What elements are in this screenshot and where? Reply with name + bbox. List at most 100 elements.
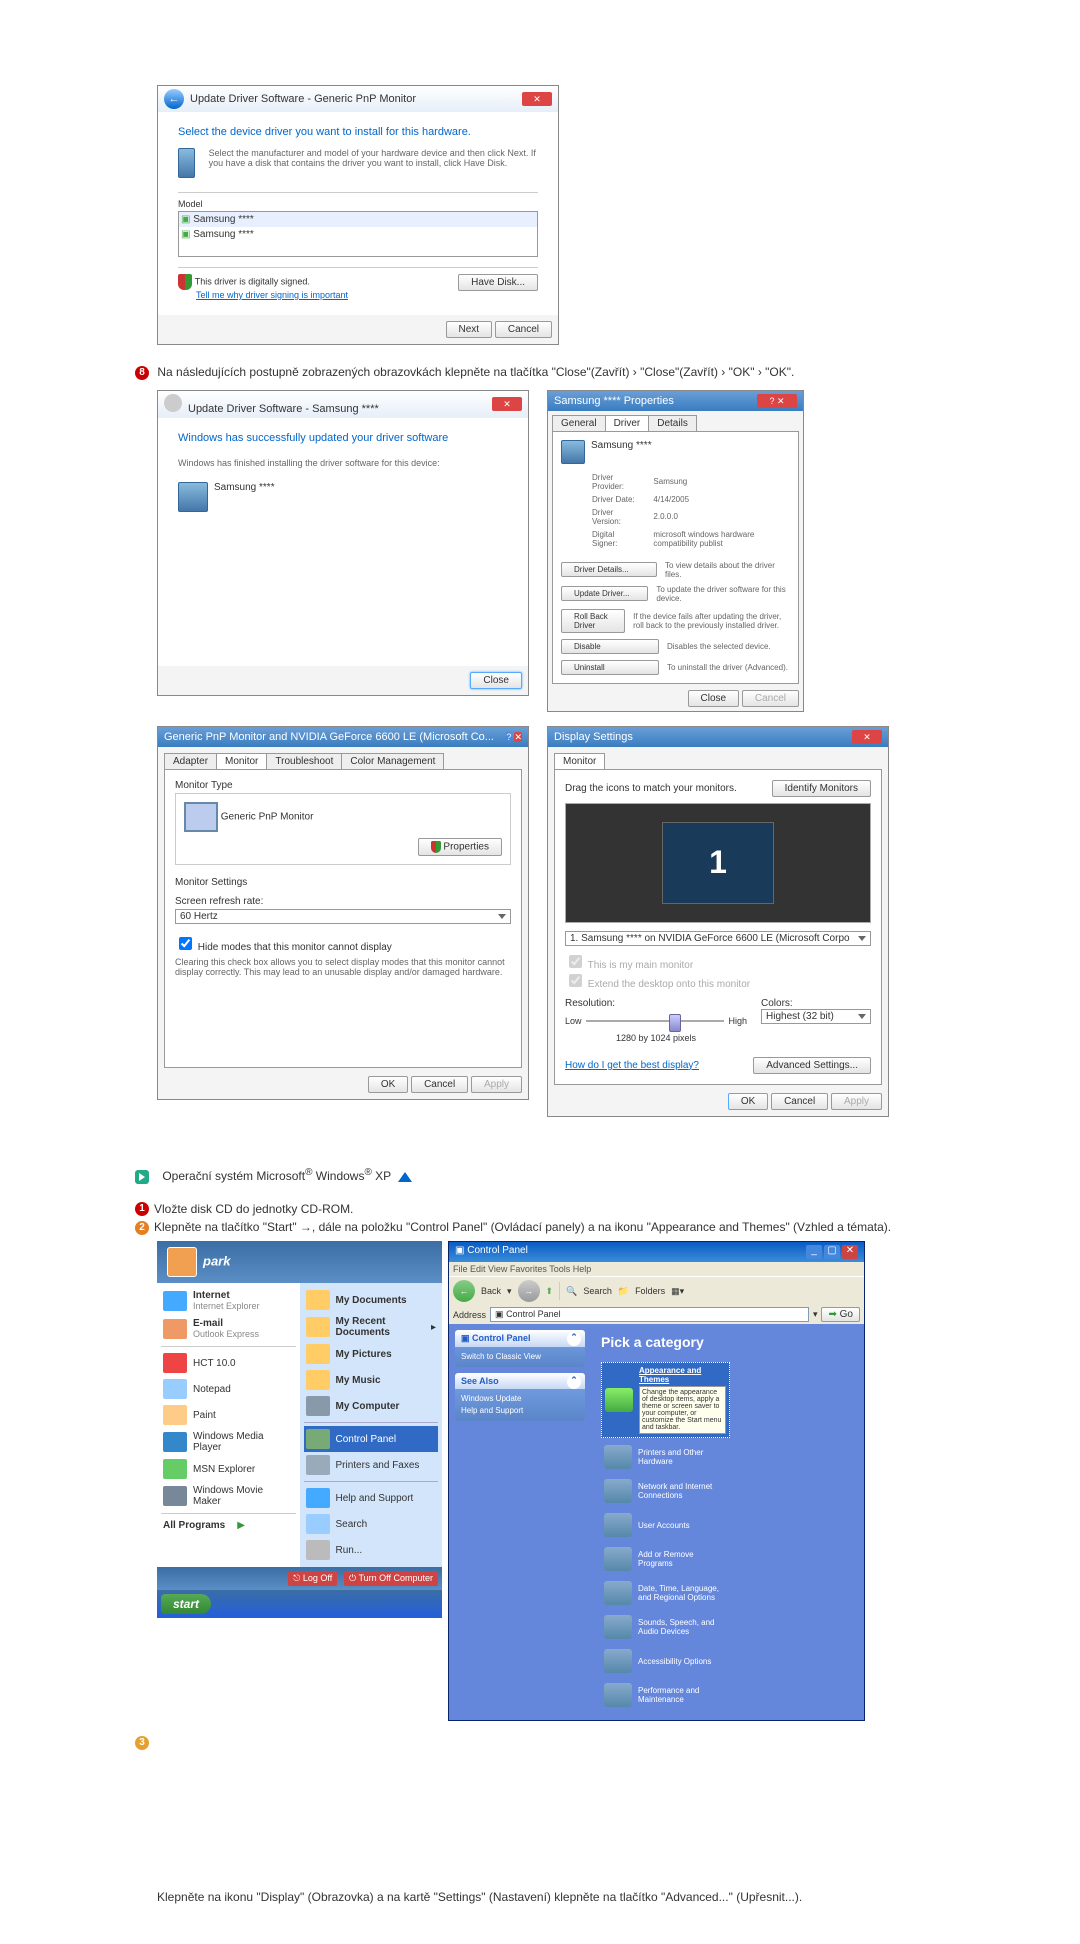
side-switch-view[interactable]: Switch to Classic View [461, 1352, 579, 1361]
close-icon[interactable]: ✕ [492, 397, 522, 411]
side-win-update[interactable]: Windows Update [461, 1394, 579, 1403]
disable-button[interactable]: Disable [561, 639, 659, 654]
close-icon[interactable]: ✕ [522, 92, 552, 106]
sm-paint[interactable]: Paint [161, 1402, 296, 1428]
monitor-preview[interactable]: 1 [662, 822, 774, 904]
up-icon[interactable]: ⬆ [546, 1286, 554, 1297]
update-driver-button[interactable]: Update Driver... [561, 586, 648, 601]
apply-button[interactable]: Apply [831, 1093, 882, 1110]
back-button[interactable]: ← [453, 1280, 475, 1302]
sm-search[interactable]: Search [304, 1511, 439, 1537]
sm-help[interactable]: Help and Support [304, 1485, 439, 1511]
sm-music[interactable]: My Music [304, 1367, 439, 1393]
help-icon[interactable]: ? [506, 732, 511, 742]
cat-printers[interactable]: Printers and Other Hardware [601, 1442, 728, 1472]
cat-users[interactable]: User Accounts [601, 1510, 728, 1540]
advanced-button[interactable]: Advanced Settings... [753, 1057, 871, 1074]
menubar[interactable]: File Edit View Favorites Tools Help [449, 1262, 864, 1276]
minimize-icon[interactable]: _ [806, 1245, 822, 1259]
sm-internet[interactable]: InternetInternet Explorer [161, 1287, 296, 1315]
sm-printers[interactable]: Printers and Faxes [304, 1452, 439, 1478]
dropdown-icon[interactable]: ▾ [813, 1309, 818, 1320]
uninstall-button[interactable]: Uninstall [561, 660, 659, 675]
ok-button[interactable]: OK [728, 1093, 768, 1110]
main-monitor-checkbox [569, 955, 582, 968]
close-icon[interactable]: ? ✕ [757, 394, 797, 408]
tab-adapter[interactable]: Adapter [164, 753, 217, 769]
tab-color[interactable]: Color Management [341, 753, 444, 769]
cancel-button[interactable]: Cancel [771, 1093, 828, 1110]
chevron-down-icon [498, 914, 506, 919]
cancel-button[interactable]: Cancel [742, 690, 799, 707]
sm-notepad[interactable]: Notepad [161, 1376, 296, 1402]
signing-link[interactable]: Tell me why driver signing is important [196, 290, 348, 300]
tab-driver[interactable]: Driver [605, 415, 650, 431]
model-item-1[interactable]: ▣ Samsung **** [179, 212, 537, 227]
close-icon[interactable]: ✕ [514, 732, 522, 742]
folders-icon[interactable]: 📁 [618, 1286, 629, 1297]
close-button[interactable]: Close [470, 672, 522, 689]
sm-run[interactable]: Run... [304, 1537, 439, 1563]
close-icon[interactable]: ✕ [842, 1245, 858, 1259]
cat-accessibility[interactable]: Accessibility Options [601, 1646, 728, 1676]
sm-docs[interactable]: My Documents [304, 1287, 439, 1313]
tab-troubleshoot[interactable]: Troubleshoot [266, 753, 342, 769]
next-button[interactable]: Next [446, 321, 493, 338]
cancel-button[interactable]: Cancel [411, 1076, 468, 1093]
identify-button[interactable]: Identify Monitors [772, 780, 871, 797]
cat-datetime[interactable]: Date, Time, Language, and Regional Optio… [601, 1578, 728, 1608]
rollback-button[interactable]: Roll Back Driver [561, 609, 625, 633]
close-icon[interactable]: ✕ [852, 730, 882, 744]
select-driver-heading: Select the device driver you want to ins… [178, 126, 538, 138]
sm-pictures[interactable]: My Pictures [304, 1341, 439, 1367]
best-display-link[interactable]: How do I get the best display? [565, 1060, 699, 1071]
pick-category-heading: Pick a category [601, 1334, 854, 1350]
cat-performance[interactable]: Performance and Maintenance [601, 1680, 728, 1710]
side-help[interactable]: Help and Support [461, 1406, 579, 1415]
cancel-button[interactable]: Cancel [495, 321, 552, 338]
turnoff-button[interactable]: ⏻ Turn Off Computer [344, 1571, 438, 1586]
panel-header[interactable]: ▣ Control Panel⌃ [455, 1330, 585, 1347]
cat-sounds[interactable]: Sounds, Speech, and Audio Devices [601, 1612, 728, 1642]
sm-computer[interactable]: My Computer [304, 1393, 439, 1419]
sm-wmp[interactable]: Windows Media Player [161, 1428, 296, 1456]
have-disk-button[interactable]: Have Disk... [458, 274, 538, 291]
triangle-icon[interactable] [398, 1172, 412, 1182]
cat-appearance[interactable]: Appearance and ThemesChange the appearan… [601, 1362, 730, 1438]
sm-msn[interactable]: MSN Explorer [161, 1456, 296, 1482]
go-button[interactable]: ➡ Go [821, 1307, 860, 1322]
back-icon[interactable]: ← [164, 89, 184, 109]
sm-all-programs[interactable]: All Programs ▶ [161, 1517, 296, 1534]
tab-monitor[interactable]: Monitor [216, 753, 267, 769]
maximize-icon[interactable]: ▢ [824, 1245, 840, 1259]
cat-network[interactable]: Network and Internet Connections [601, 1476, 728, 1506]
refresh-rate-select[interactable]: 60 Hertz [175, 909, 511, 924]
display-select[interactable]: 1. Samsung **** on NVIDIA GeForce 6600 L… [565, 931, 871, 946]
address-input[interactable]: ▣ Control Panel [490, 1307, 809, 1322]
sm-control-panel[interactable]: Control Panel [304, 1426, 439, 1452]
resolution-slider[interactable] [586, 1009, 725, 1033]
driver-details-button[interactable]: Driver Details... [561, 562, 657, 577]
model-item-2[interactable]: ▣ Samsung **** [179, 227, 537, 242]
colors-select[interactable]: Highest (32 bit) [761, 1009, 871, 1024]
start-button[interactable]: start [161, 1594, 211, 1614]
sm-movie[interactable]: Windows Movie Maker [161, 1482, 296, 1510]
logoff-button[interactable]: ⎋ Log Off [288, 1571, 337, 1586]
views-icon[interactable]: ▦▾ [671, 1286, 684, 1297]
sm-hct[interactable]: HCT 10.0 [161, 1350, 296, 1376]
cat-addremove[interactable]: Add or Remove Programs [601, 1544, 728, 1574]
properties-button[interactable]: Properties [418, 838, 502, 856]
hide-modes-checkbox[interactable] [179, 937, 192, 950]
ok-button[interactable]: OK [368, 1076, 408, 1093]
apply-button[interactable]: Apply [471, 1076, 522, 1093]
tab-general[interactable]: General [552, 415, 606, 431]
close-button[interactable]: Close [688, 690, 740, 707]
panel-header[interactable]: See Also⌃ [455, 1373, 585, 1389]
tab-details[interactable]: Details [648, 415, 697, 431]
forward-button[interactable]: → [518, 1280, 540, 1302]
tab-monitor[interactable]: Monitor [554, 753, 605, 769]
sm-email[interactable]: E-mailOutlook Express [161, 1315, 296, 1343]
sm-recent[interactable]: My Recent Documents ▸ [304, 1313, 439, 1341]
ie-icon [163, 1291, 187, 1311]
search-icon[interactable]: 🔍 [566, 1286, 577, 1297]
